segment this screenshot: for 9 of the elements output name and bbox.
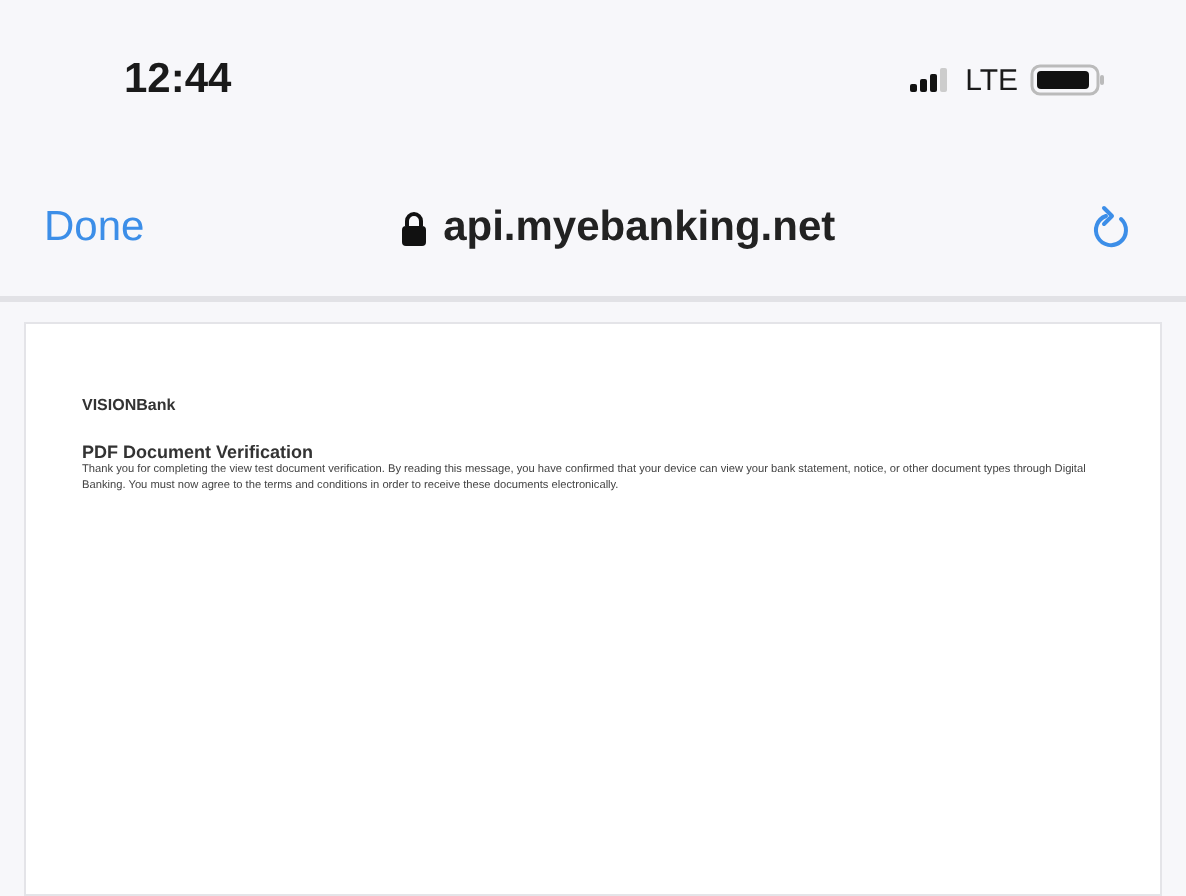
battery-icon	[1030, 64, 1106, 96]
document-heading: PDF Document Verification	[82, 442, 316, 462]
reload-icon[interactable]	[1090, 204, 1134, 252]
bank-name: VISIONBank	[82, 396, 178, 414]
done-button[interactable]: Done	[44, 204, 145, 252]
page-url: api.myebanking.net	[443, 204, 836, 252]
status-time: 12:44	[124, 56, 232, 104]
network-type: LTE	[965, 63, 1018, 97]
lock-icon	[399, 210, 428, 246]
